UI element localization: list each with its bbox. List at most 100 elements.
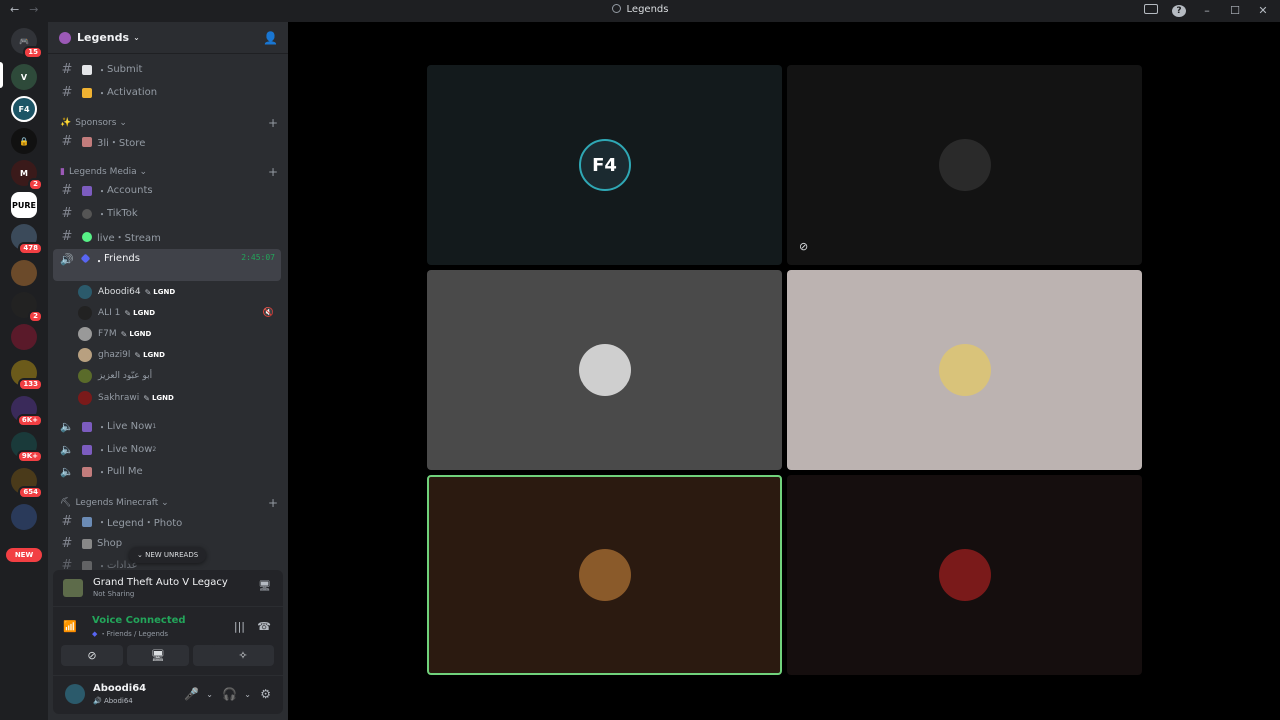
avatar: [78, 306, 92, 320]
gear-icon[interactable]: ⚙: [260, 687, 271, 701]
voice-user[interactable]: F7MLGND: [78, 324, 278, 344]
voice-channel-live-now-2[interactable]: 🔈 ・ Live Now 2: [53, 439, 281, 460]
server-icon[interactable]: 9K+: [11, 432, 43, 463]
category-legends-media[interactable]: ▮ Legends Media ⌄ +: [60, 165, 282, 179]
disconnect-icon[interactable]: ☎: [257, 620, 271, 633]
participant-tile-speaking[interactable]: [427, 475, 782, 675]
voice-user[interactable]: ghazi9lLGND: [78, 345, 278, 365]
speaker-icon: 🔈: [60, 420, 74, 433]
server-legends-icon[interactable]: F4: [11, 96, 37, 122]
participant-tile[interactable]: F4: [427, 65, 782, 265]
voice-user[interactable]: Aboodi64LGND: [78, 282, 278, 302]
speaker-icon: 🔊: [60, 253, 74, 266]
help-icon[interactable]: ?: [1172, 3, 1186, 17]
user-status: 🔊 Abodi64: [93, 697, 133, 705]
avatar: [78, 285, 92, 299]
voice-connected-label[interactable]: Voice Connected: [92, 615, 186, 626]
close-button[interactable]: ✕: [1256, 4, 1270, 17]
new-unreads-pill[interactable]: NEW: [6, 548, 42, 562]
share-screen-icon[interactable]: 🖥: [258, 581, 271, 592]
channel-store[interactable]: #3li・Store: [53, 131, 281, 152]
server-rail: 🎮 15 V F4 🔒 M2 PURE 478 2 133 6K+ 9K+ 654…: [0, 22, 48, 720]
chevron-down-icon[interactable]: ⌄: [244, 690, 251, 699]
category-sponsors[interactable]: ✨ Sponsors ⌄ +: [60, 116, 282, 130]
participant-tile[interactable]: [787, 475, 1142, 675]
server-icon[interactable]: 654: [11, 468, 43, 499]
add-channel-icon[interactable]: +: [268, 496, 278, 510]
voice-channel-pull-me[interactable]: 🔈 ・ Pull Me: [53, 461, 281, 482]
avatar[interactable]: [65, 684, 85, 704]
channel-label: Accounts: [107, 185, 153, 196]
channel-submit[interactable]: # ・ Submit: [53, 59, 281, 80]
channel-label: 3li・Store: [97, 138, 146, 149]
title-bar: ← → Legends ? – ☐ ✕: [0, 0, 1280, 22]
server-icon[interactable]: [11, 324, 37, 350]
voice-user[interactable]: SakhrawiLGND: [78, 388, 278, 408]
participant-avatar: [938, 549, 991, 601]
game-status: Not Sharing: [93, 590, 135, 598]
camera-off-button[interactable]: ⊘: [61, 645, 123, 666]
server-icon[interactable]: 133: [11, 360, 43, 391]
username[interactable]: Aboodi64: [93, 683, 146, 694]
text-channel-icon: #: [61, 85, 73, 100]
channel-label: Live Now: [107, 421, 153, 432]
channel-live-stream[interactable]: # live・Stream: [53, 226, 281, 247]
server-icon[interactable]: V: [11, 64, 37, 90]
user-panel: Aboodi64 🔊 Abodi64 🎤 ⌄ 🎧 ⌄ ⚙: [53, 676, 283, 714]
share-screen-button[interactable]: 🖥: [127, 645, 189, 666]
server-icon[interactable]: 2: [11, 292, 43, 323]
new-unreads-button[interactable]: ⌄ NEW UNREADS: [129, 547, 207, 563]
guild-header[interactable]: Legends ⌄ 👤: [48, 22, 288, 54]
voice-channel-friends[interactable]: 🔊 ・ Friends 2:45:07: [53, 249, 281, 281]
channel-tiktok[interactable]: # ・ TikTok: [53, 203, 281, 224]
participant-tile[interactable]: [427, 270, 782, 470]
maximize-button[interactable]: ☐: [1228, 4, 1242, 17]
connection-signal-icon[interactable]: 📶: [63, 620, 77, 633]
voice-user[interactable]: ALI 1LGND🔇: [78, 303, 278, 323]
participant-avatar: F4: [578, 139, 631, 191]
chevron-down-icon[interactable]: ⌄: [206, 690, 213, 699]
inbox-icon[interactable]: [1144, 3, 1158, 17]
avatar: [78, 369, 92, 383]
microphone-icon[interactable]: 🎤: [184, 687, 199, 701]
avatar: [78, 348, 92, 362]
headphones-icon[interactable]: 🎧: [222, 687, 237, 701]
server-pure-icon[interactable]: PURE: [11, 192, 37, 218]
participant-tile[interactable]: ⊘: [787, 65, 1142, 265]
soundboard-button[interactable]: ✧: [212, 645, 274, 666]
guild-icon: [59, 31, 71, 44]
participant-avatar: [938, 139, 991, 191]
participant-avatar: [578, 344, 631, 396]
text-channel-icon: #: [61, 183, 73, 198]
channel-accounts[interactable]: # ・ Accounts: [53, 180, 281, 201]
server-icon[interactable]: M2: [11, 160, 43, 191]
channel-activation[interactable]: # ・ Activation: [53, 82, 281, 103]
server-icon[interactable]: 478: [11, 224, 43, 255]
dm-badge: 15: [23, 46, 43, 59]
server-icon[interactable]: 6K+: [11, 396, 43, 427]
server-icon[interactable]: [11, 260, 37, 286]
invite-people-icon[interactable]: 👤: [263, 31, 278, 45]
category-legends-minecraft[interactable]: ⛏ Legends Minecraft ⌄ +: [60, 496, 282, 510]
participant-tile[interactable]: [787, 270, 1142, 470]
selected-pill: [0, 62, 3, 88]
participant-avatar: [578, 549, 631, 601]
server-lock-icon[interactable]: 🔒: [11, 128, 37, 154]
text-channel-icon: #: [61, 62, 73, 77]
channel-label: Activation: [107, 87, 158, 98]
speaker-icon: 🔈: [60, 465, 74, 478]
server-icon[interactable]: [11, 504, 37, 530]
voice-channel-live-now-1[interactable]: 🔈 ・ Live Now 1: [53, 416, 281, 437]
channel-label: live・Stream: [97, 233, 161, 244]
add-channel-icon[interactable]: +: [268, 165, 278, 179]
add-channel-icon[interactable]: +: [268, 116, 278, 130]
voice-location[interactable]: ◆ ・Friends / Legends: [92, 629, 168, 639]
direct-messages-icon[interactable]: 🎮 15: [11, 28, 43, 59]
minimize-button[interactable]: –: [1200, 4, 1214, 17]
voice-stage: F4 ⊘: [288, 22, 1280, 720]
channel-legend-photo[interactable]: # ・ Legend・Photo: [53, 511, 281, 532]
participant-avatar: [938, 344, 991, 396]
noise-suppression-icon[interactable]: |||: [234, 620, 245, 633]
channel-label: Shop: [97, 538, 123, 549]
voice-user[interactable]: أبو عبّود العزيز: [78, 366, 278, 386]
